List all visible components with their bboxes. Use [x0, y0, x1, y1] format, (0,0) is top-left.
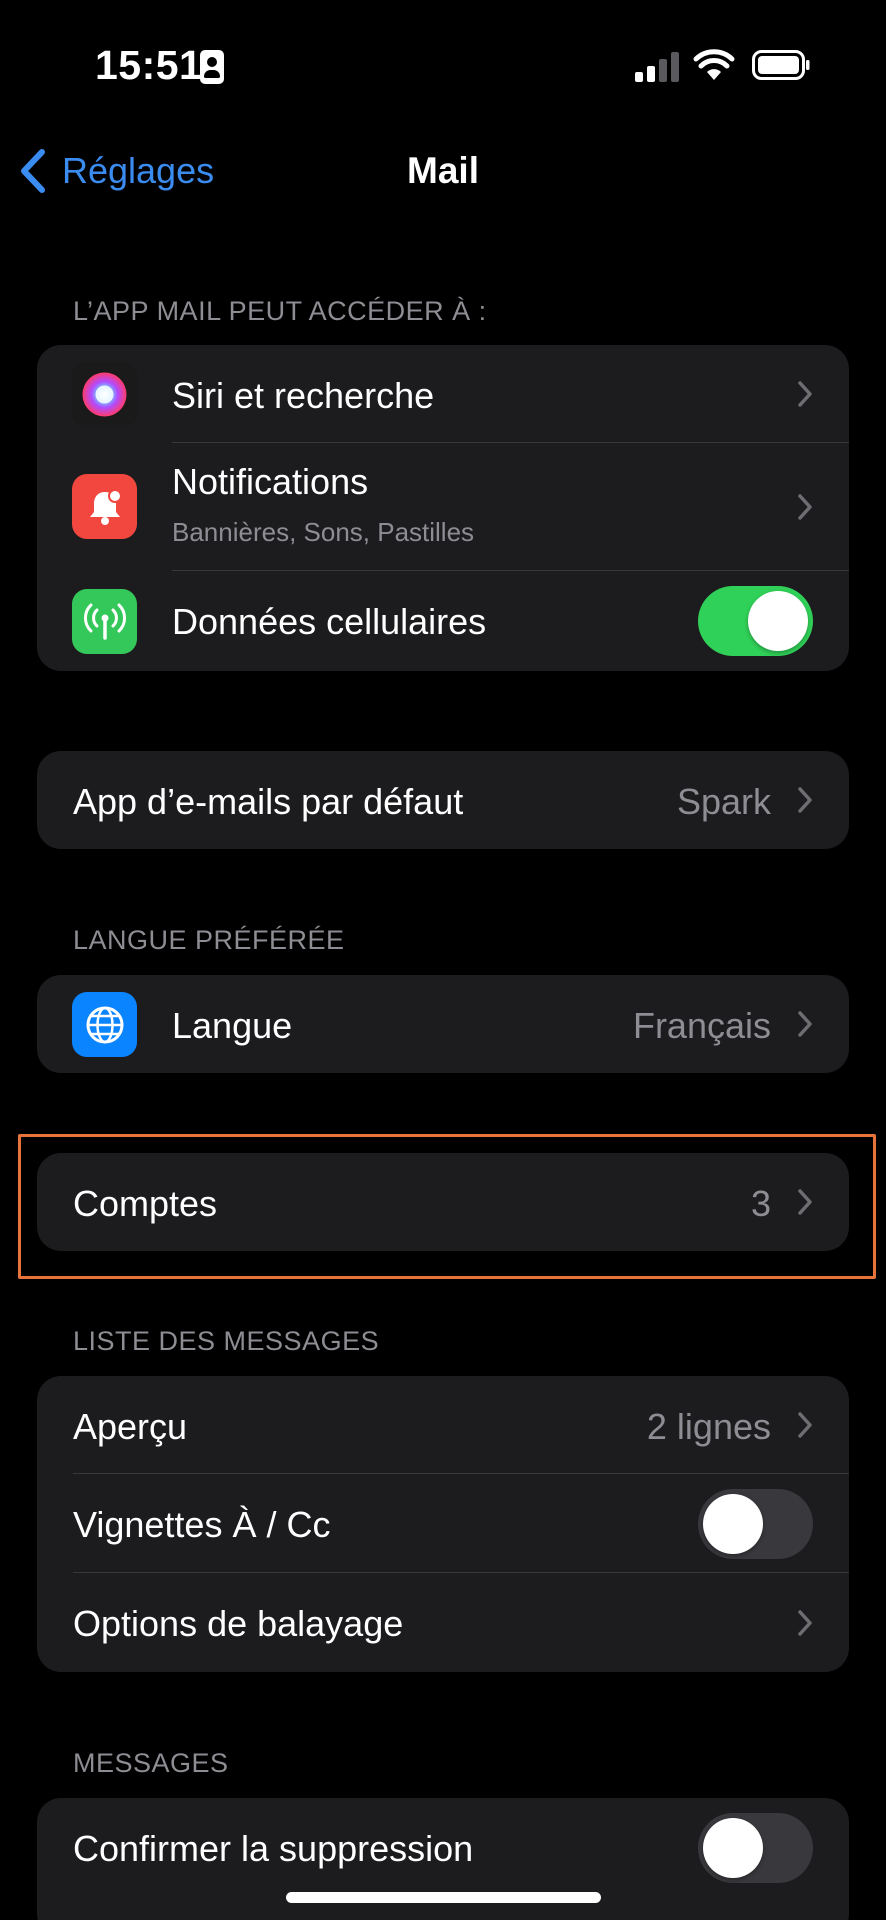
row-language[interactable]: Langue Français: [37, 975, 849, 1073]
row-cellular-data: Données cellulaires: [37, 571, 849, 671]
row-confirm-delete: Confirmer la suppression: [37, 1798, 849, 1898]
status-time: 15:51: [95, 42, 203, 88]
row-siri-search[interactable]: Siri et recherche: [37, 345, 849, 443]
language-value: Français: [632, 1005, 771, 1046]
siri-label: Siri et recherche: [172, 375, 435, 416]
mail-settings-screen: 15:51 Réglages Mail L’APP MAIL PEUT ACCÉ…: [0, 0, 886, 1920]
wifi-icon: [693, 49, 735, 80]
status-bar: 15:51: [0, 0, 886, 120]
default-app-label: App d’e-mails par défaut: [73, 781, 464, 822]
chevron-right-icon: [798, 381, 812, 407]
accounts-count: 3: [750, 1183, 771, 1224]
antenna-icon: [72, 589, 137, 654]
bell-icon: [72, 474, 137, 539]
row-preview[interactable]: Aperçu 2 lignes: [37, 1376, 849, 1474]
chevron-right-icon: [798, 1189, 812, 1215]
row-default-mail-app[interactable]: App d’e-mails par défaut Spark: [37, 751, 849, 849]
row-to-cc-labels: Vignettes À / Cc: [37, 1474, 849, 1573]
language-label: Langue: [172, 1005, 293, 1046]
chevron-right-icon: [798, 1610, 812, 1636]
toggle-knob: [748, 591, 808, 651]
access-group: Siri et recherche Notifications Bannière…: [37, 345, 849, 671]
message-list-group: Aperçu 2 lignes Vignettes À / Cc Options…: [37, 1376, 849, 1672]
to-cc-toggle[interactable]: [698, 1489, 813, 1559]
cellular-label: Données cellulaires: [172, 601, 487, 642]
accounts-group: Comptes 3: [37, 1153, 849, 1251]
notifications-label: Notifications: [172, 461, 369, 502]
confirm-delete-toggle[interactable]: [698, 1813, 813, 1883]
battery-icon: [752, 50, 810, 80]
row-notifications[interactable]: Notifications Bannières, Sons, Pastilles: [37, 443, 849, 571]
globe-icon: [72, 992, 137, 1057]
to-cc-label: Vignettes À / Cc: [73, 1504, 331, 1545]
chevron-right-icon: [798, 787, 812, 813]
section-header-language: LANGUE PRÉFÉRÉE: [73, 925, 345, 955]
row-swipe-options[interactable]: Options de balayage: [37, 1573, 849, 1672]
cellular-data-toggle[interactable]: [698, 586, 813, 656]
preview-label: Aperçu: [73, 1406, 188, 1447]
section-header-messages: MESSAGES: [73, 1748, 229, 1778]
home-indicator[interactable]: [286, 1892, 601, 1903]
confirm-delete-label: Confirmer la suppression: [73, 1828, 474, 1869]
toggle-knob: [703, 1818, 763, 1878]
siri-orb-icon: [72, 362, 137, 427]
section-header-message-list: LISTE DES MESSAGES: [73, 1326, 380, 1356]
toggle-knob: [703, 1494, 763, 1554]
contact-card-icon: [200, 50, 224, 84]
chevron-right-icon: [798, 494, 812, 520]
accounts-label: Comptes: [73, 1183, 218, 1224]
row-accounts[interactable]: Comptes 3: [37, 1153, 849, 1251]
language-group: Langue Français: [37, 975, 849, 1073]
chevron-right-icon: [798, 1011, 812, 1037]
page-title: Mail: [407, 150, 479, 191]
notifications-subtitle: Bannières, Sons, Pastilles: [172, 517, 475, 547]
chevron-right-icon: [798, 1412, 812, 1438]
default-app-value: Spark: [676, 781, 771, 822]
default-app-group: App d’e-mails par défaut Spark: [37, 751, 849, 849]
cellular-signal-icon: [635, 52, 681, 82]
preview-value: 2 lignes: [646, 1406, 771, 1447]
section-header-access: L’APP MAIL PEUT ACCÉDER À :: [73, 296, 487, 326]
swipe-options-label: Options de balayage: [73, 1603, 404, 1644]
navigation-bar: Réglages Mail: [0, 130, 886, 210]
